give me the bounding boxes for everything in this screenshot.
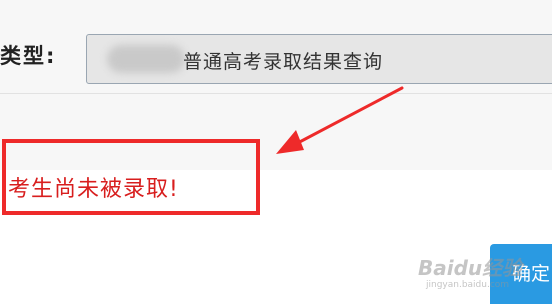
watermark-url: jingyan.baidu.com [426, 280, 510, 290]
watermark-brand: Baidu经验 [418, 256, 523, 280]
baidu-watermark: Baidu经验 jingyan.baidu.com [412, 250, 542, 300]
arrow-shaft [290, 86, 404, 148]
arrow-head [276, 130, 304, 154]
